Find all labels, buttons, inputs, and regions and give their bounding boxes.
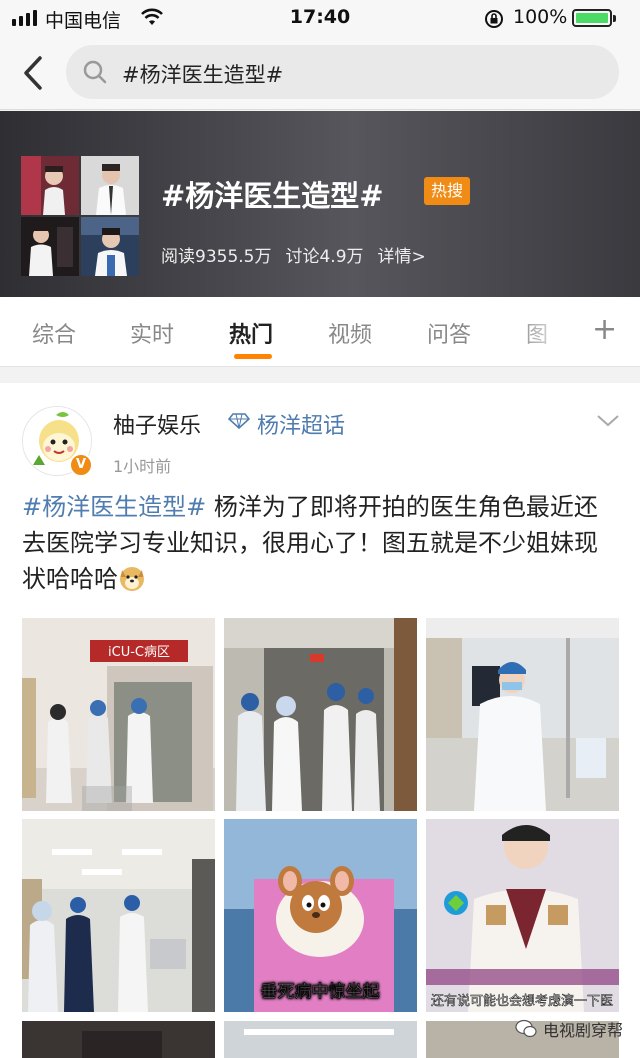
battery-percentage: 100% bbox=[513, 6, 568, 28]
post-image-7[interactable] bbox=[22, 1021, 215, 1058]
tab-qa[interactable]: 问答 bbox=[427, 317, 471, 349]
watermark-text: 电视剧穿帮 bbox=[543, 1021, 624, 1040]
post-image-8[interactable] bbox=[224, 1021, 417, 1058]
icu-sign-text: iCU-C病区 bbox=[108, 645, 170, 660]
search-icon bbox=[83, 60, 107, 84]
read-count: 阅读9355.5万 bbox=[161, 247, 272, 267]
topic-banner: #杨洋医生造型# 热搜 阅读9355.5万 讨论4.9万 详情> bbox=[0, 111, 640, 297]
search-query: #杨洋医生造型# bbox=[122, 63, 284, 87]
watermark: 电视剧穿帮 bbox=[515, 1017, 623, 1041]
image-caption-5: 垂死病中惊坐起 bbox=[261, 982, 380, 1002]
tab-bar: 综合 实时 热门 视频 问答 图 + bbox=[0, 297, 640, 367]
search-input[interactable]: #杨洋医生造型# bbox=[66, 45, 619, 99]
tab-comprehensive[interactable]: 综合 bbox=[32, 317, 76, 349]
tab-video[interactable]: 视频 bbox=[328, 317, 372, 349]
hot-search-badge: 热搜 bbox=[424, 177, 471, 205]
tab-hot[interactable]: 热门 bbox=[229, 317, 273, 349]
search-header: #杨洋医生造型# bbox=[0, 36, 640, 110]
tab-realtime[interactable]: 实时 bbox=[130, 317, 174, 349]
topic-stats: 阅读9355.5万 讨论4.9万 详情> bbox=[161, 242, 440, 267]
post-text: #杨洋医生造型# 杨洋为了即将开拍的医生角色最近还去医院学习专业知识，很用心了！… bbox=[22, 489, 618, 597]
chevron-down-icon[interactable] bbox=[596, 413, 620, 429]
post-hashtag[interactable]: #杨洋医生造型# bbox=[22, 493, 206, 521]
cover-photo-4 bbox=[81, 217, 139, 276]
post-image-1[interactable]: iCU-C病区 bbox=[22, 618, 215, 811]
doge-emoji-icon bbox=[120, 567, 144, 591]
image-caption-6: 还有说可能也会想考虑演一下医 bbox=[431, 993, 613, 1009]
add-tab-icon[interactable]: + bbox=[592, 312, 617, 347]
rotation-lock-icon bbox=[485, 10, 503, 28]
battery-icon bbox=[572, 9, 616, 27]
post-time: 1小时前 bbox=[113, 457, 172, 476]
back-arrow-icon[interactable] bbox=[18, 54, 52, 92]
cover-photo-1 bbox=[21, 156, 79, 215]
cover-photo-2 bbox=[81, 156, 139, 215]
author-name[interactable]: 柚子娱乐 bbox=[113, 408, 201, 440]
cover-photo-3 bbox=[21, 217, 79, 276]
post-image-6[interactable]: 还有说可能也会想考虑演一下医 bbox=[426, 819, 619, 1012]
topic-cover-collage bbox=[21, 156, 139, 277]
wechat-icon bbox=[515, 1019, 537, 1038]
super-topic-link[interactable]: 杨洋超话 bbox=[257, 408, 345, 440]
post-image-4[interactable] bbox=[22, 819, 215, 1012]
post-image-3[interactable] bbox=[426, 618, 619, 811]
verified-badge-icon: V bbox=[69, 453, 93, 477]
details-link[interactable]: 详情> bbox=[378, 247, 426, 267]
diamond-icon bbox=[228, 413, 250, 429]
post-image-5[interactable]: 垂死病中惊坐起 bbox=[224, 819, 417, 1012]
topic-title: #杨洋医生造型# bbox=[161, 179, 384, 213]
status-bar: 中国电信 17:40 100% bbox=[0, 0, 640, 36]
active-tab-indicator bbox=[234, 354, 272, 359]
discussion-count: 讨论4.9万 bbox=[285, 247, 364, 267]
post-image-2[interactable] bbox=[224, 618, 417, 811]
